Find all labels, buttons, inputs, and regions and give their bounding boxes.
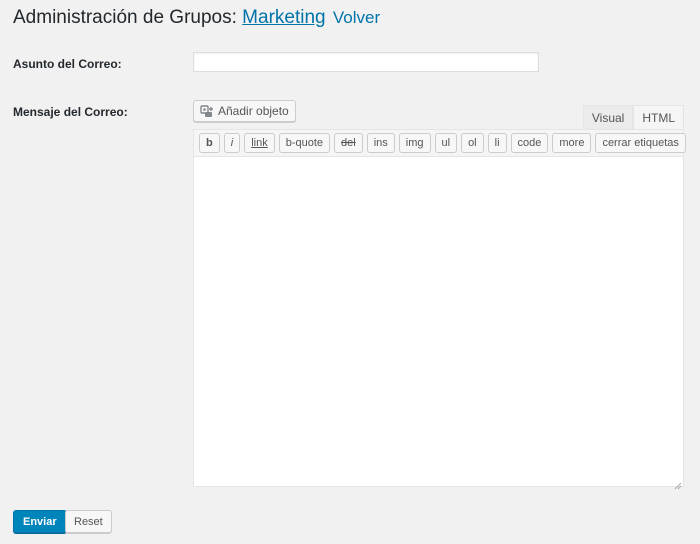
page-title: Administración de Grupos: Marketing Volv… xyxy=(13,6,380,30)
qt-more-button[interactable]: more xyxy=(552,133,592,153)
submit-button[interactable]: Enviar xyxy=(13,510,67,533)
subject-label: Asunto del Correo: xyxy=(13,57,122,71)
message-label: Mensaje del Correo: xyxy=(13,105,128,119)
qt-ol-button[interactable]: ol xyxy=(461,133,484,153)
page: Administración de Grupos: Marketing Volv… xyxy=(0,0,700,544)
reset-button[interactable]: Reset xyxy=(65,510,112,533)
qt-blockquote-button[interactable]: b-quote xyxy=(278,133,331,153)
quicktags-toolbar: b i link b-quote del ins img ul ol li co… xyxy=(194,130,686,157)
group-link[interactable]: Marketing xyxy=(242,7,325,28)
qt-img-button[interactable]: img xyxy=(398,133,431,153)
tab-html[interactable]: HTML xyxy=(633,105,684,129)
qt-del-button[interactable]: del xyxy=(334,133,363,153)
qt-li-button[interactable]: li xyxy=(487,133,507,153)
qt-close-tags-button[interactable]: cerrar etiquetas xyxy=(595,133,686,153)
add-media-label: Añadir objeto xyxy=(218,104,289,118)
qt-italic-button[interactable]: i xyxy=(223,133,241,153)
message-editor: b i link b-quote del ins img ul ol li co… xyxy=(193,129,686,490)
editor-tabs: Visual HTML xyxy=(582,105,684,129)
qt-bold-button[interactable]: b xyxy=(199,133,220,153)
media-icon xyxy=(200,104,214,118)
qt-code-button[interactable]: code xyxy=(510,133,549,153)
page-title-prefix: Administración de Grupos: xyxy=(13,7,237,28)
tab-visual[interactable]: Visual xyxy=(582,105,634,129)
message-textarea[interactable] xyxy=(194,157,683,486)
qt-ins-button[interactable]: ins xyxy=(366,133,395,153)
qt-ul-button[interactable]: ul xyxy=(434,133,458,153)
back-link[interactable]: Volver xyxy=(333,8,380,27)
qt-link-button[interactable]: link xyxy=(244,133,275,153)
add-media-button[interactable]: Añadir objeto xyxy=(193,100,296,122)
resize-grip-icon[interactable] xyxy=(674,477,682,490)
subject-input[interactable] xyxy=(193,52,539,72)
